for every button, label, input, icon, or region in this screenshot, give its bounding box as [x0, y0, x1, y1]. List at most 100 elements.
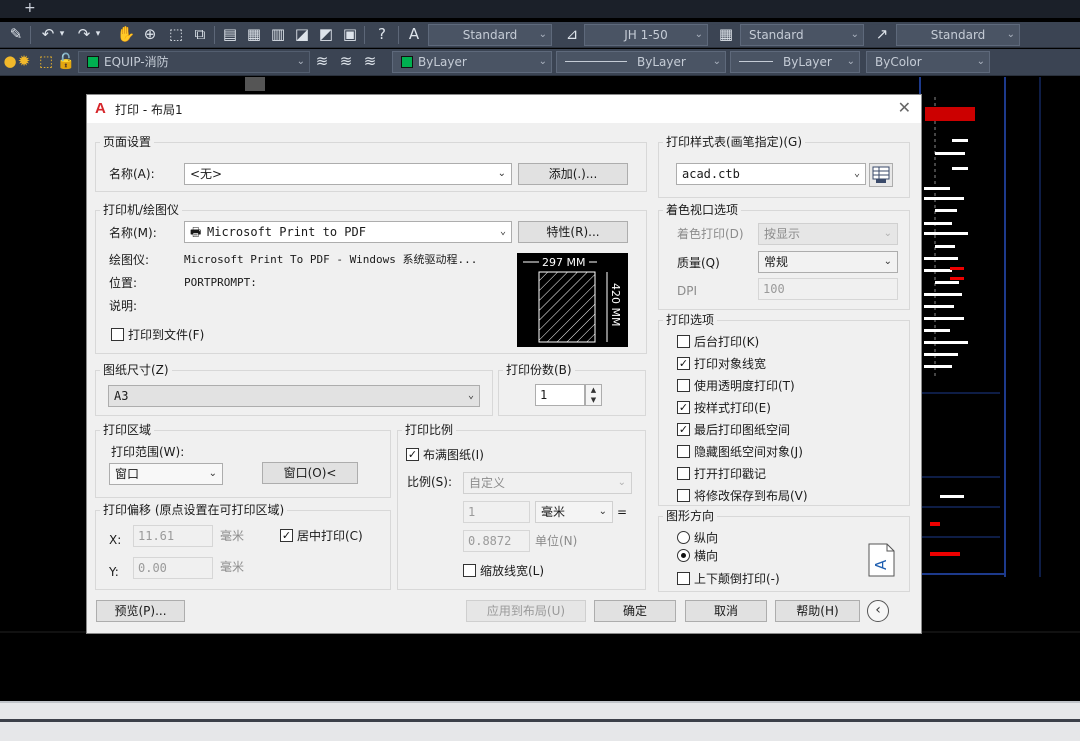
text-style-select[interactable]: Standard ⌄: [428, 24, 552, 46]
plot-option-label: 将修改保存到布局(V): [694, 489, 808, 503]
scale-drawing-units-input[interactable]: 0.8872: [463, 530, 530, 552]
upside-down-checkbox[interactable]: [677, 572, 690, 585]
preview-button[interactable]: 预览(P)...: [96, 600, 185, 622]
page-setup-name-value: <无>: [190, 167, 223, 181]
center-plot-checkbox[interactable]: ✓: [280, 529, 293, 542]
layer-previous-icon[interactable]: ≋: [336, 49, 356, 73]
chevron-down-icon: ⌄: [1006, 29, 1015, 40]
redo-icon[interactable]: ↷: [74, 22, 94, 46]
mleader-style-icon[interactable]: ↗: [872, 22, 892, 46]
layer-states-icon[interactable]: ≋: [360, 49, 380, 73]
markup-icon[interactable]: ◩: [316, 22, 336, 46]
make-layer-current-icon[interactable]: ≋: [312, 49, 332, 73]
portrait-radio[interactable]: [677, 531, 690, 544]
drawing-red-mark: [930, 552, 960, 556]
table-style-select[interactable]: Standard ⌄: [740, 24, 864, 46]
page-setup-title: 页面设置: [100, 135, 155, 149]
dialog-titlebar[interactable]: A 打印 - 布局1 ✕: [87, 95, 921, 123]
plot-option-checkbox[interactable]: [677, 489, 690, 502]
zoom-window-icon[interactable]: ⬚: [166, 22, 186, 46]
new-tab-icon[interactable]: +: [24, 0, 36, 17]
scale-lineweights-label: 缩放线宽(L): [480, 564, 545, 578]
calculator-icon[interactable]: ▣: [340, 22, 360, 46]
close-icon[interactable]: ✕: [898, 98, 911, 117]
layer-viewport-freeze-icon[interactable]: ⬚: [36, 49, 56, 73]
offset-x-input[interactable]: 11.61: [133, 525, 213, 547]
offset-y-label: Y:: [109, 565, 119, 579]
dim-style-select[interactable]: JH 1-50 ⌄: [584, 24, 708, 46]
location-value: PORTPROMPT:: [184, 276, 257, 289]
scale-lineweights-checkbox[interactable]: [463, 564, 476, 577]
plot-option-checkbox[interactable]: [677, 445, 690, 458]
dpi-input[interactable]: 100: [758, 278, 898, 300]
linetype-select[interactable]: ByLayer ⌄: [556, 51, 726, 73]
plot-option-checkbox[interactable]: ✓: [677, 357, 690, 370]
edit-plot-style-button[interactable]: [869, 163, 893, 187]
shade-plot-select[interactable]: 按显示 ⌄: [758, 223, 898, 245]
lineweight-value: ByLayer: [783, 55, 832, 69]
scale-select[interactable]: 自定义 ⌄: [463, 472, 632, 494]
paper-size-select[interactable]: A3 ⌄: [108, 385, 480, 407]
plot-option-checkbox[interactable]: [677, 335, 690, 348]
plot-option-checkbox[interactable]: ✓: [677, 401, 690, 414]
quality-select[interactable]: 常规 ⌄: [758, 251, 898, 273]
redo-dropdown-icon[interactable]: ▾: [92, 22, 104, 46]
plot-option-checkbox[interactable]: [677, 467, 690, 480]
plot-range-select[interactable]: 窗口 ⌄: [109, 463, 223, 485]
plot-option-label: 按样式打印(E): [694, 401, 771, 415]
printer-name-value: Microsoft Print to PDF: [207, 225, 366, 239]
design-center-icon[interactable]: ▦: [244, 22, 264, 46]
layer-thaw-sun-icon[interactable]: ✹: [14, 49, 34, 73]
help-button[interactable]: 帮助(H): [775, 600, 860, 622]
copies-spinner[interactable]: ▲ ▼: [585, 384, 602, 406]
layer-select[interactable]: EQUIP-消防 ⌄: [78, 51, 310, 73]
plot-option-checkbox[interactable]: [677, 379, 690, 392]
scale-paper-units-input[interactable]: 1: [463, 501, 530, 523]
apply-to-layout-button[interactable]: 应用到布局(U): [466, 600, 586, 622]
help-icon[interactable]: ?: [372, 22, 392, 46]
dim-style-icon[interactable]: ⊿: [562, 22, 582, 46]
layer-unlock-icon[interactable]: 🔓: [56, 49, 76, 73]
plotstyle-select[interactable]: ByColor ⌄: [866, 51, 990, 73]
spinner-down-icon[interactable]: ▼: [586, 395, 601, 405]
chevron-down-icon: ⌄: [208, 468, 217, 479]
table-style-icon[interactable]: ▦: [716, 22, 736, 46]
scale-label: 比例(S):: [407, 475, 453, 489]
plot-style-table-select[interactable]: acad.ctb ⌄: [676, 163, 866, 185]
mleader-style-select[interactable]: Standard ⌄: [896, 24, 1020, 46]
top-tab-strip: +: [0, 0, 1080, 18]
plot-option-checkbox[interactable]: ✓: [677, 423, 690, 436]
cancel-button[interactable]: 取消: [685, 600, 767, 622]
tool-palettes-icon[interactable]: ▥: [268, 22, 288, 46]
print-to-file-checkbox[interactable]: [111, 328, 124, 341]
zoom-previous-icon[interactable]: ⧉: [190, 22, 210, 46]
fit-to-paper-checkbox[interactable]: ✓: [406, 448, 419, 461]
collapse-options-icon[interactable]: ‹: [867, 600, 889, 622]
scale-unit-select[interactable]: 毫米 ⌄: [535, 501, 613, 523]
printer-name-select[interactable]: 🖶 Microsoft Print to PDF ⌄: [184, 221, 512, 243]
text-style-icon[interactable]: A: [404, 22, 424, 46]
undo-icon[interactable]: ↶: [38, 22, 58, 46]
plot-offset-title: 打印偏移 (原点设置在可打印区域): [100, 503, 288, 517]
page-setup-name-select[interactable]: <无> ⌄: [184, 163, 512, 185]
spinner-up-icon[interactable]: ▲: [586, 385, 601, 395]
lineweight-select[interactable]: ByLayer ⌄: [730, 51, 860, 73]
add-page-setup-button[interactable]: 添加(.)...: [518, 163, 628, 185]
pan-icon[interactable]: ✋: [116, 22, 136, 46]
chevron-down-icon: ⌄: [976, 56, 985, 67]
offset-y-input[interactable]: 0.00: [133, 557, 213, 579]
landscape-radio[interactable]: [677, 549, 690, 562]
pick-window-button[interactable]: 窗口(O)<: [262, 462, 358, 484]
match-properties-icon[interactable]: ✎: [6, 22, 26, 46]
color-select[interactable]: ByLayer ⌄: [392, 51, 552, 73]
sheet-set-icon[interactable]: ◪: [292, 22, 312, 46]
printer-properties-button[interactable]: 特性(R)...: [518, 221, 628, 243]
orientation-title: 图形方向: [663, 509, 718, 523]
properties-icon[interactable]: ▤: [220, 22, 240, 46]
chevron-down-icon: ⌄: [467, 390, 474, 401]
linetype-sample: [565, 61, 627, 62]
undo-dropdown-icon[interactable]: ▾: [56, 22, 68, 46]
ok-button[interactable]: 确定: [594, 600, 676, 622]
copies-input[interactable]: 1: [535, 384, 585, 406]
zoom-realtime-icon[interactable]: ⊕: [140, 22, 160, 46]
